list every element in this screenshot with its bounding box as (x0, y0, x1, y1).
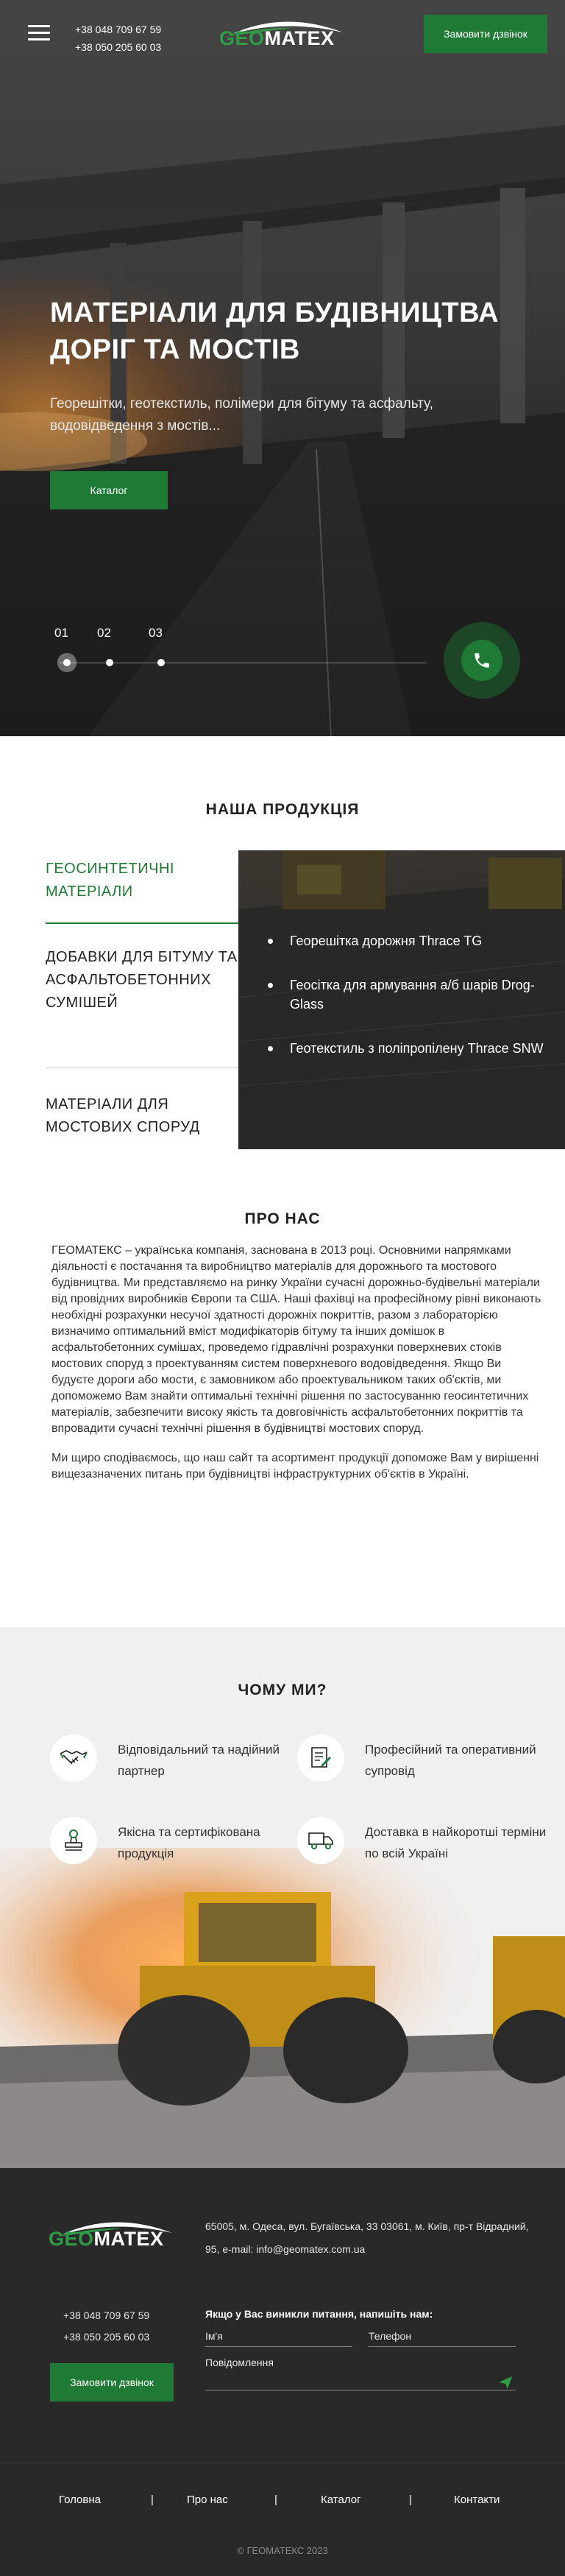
why-item-delivery: Доставка в найкоротші терміни по всій Ук… (297, 1817, 547, 1869)
why-us-section: ЧОМУ МИ? Відповідальний та надійний парт… (0, 1627, 565, 2168)
about-section: ПРО НАС ГЕОМАТЕКС – українська компанія,… (0, 1163, 565, 1627)
why-label-support: Професійний та оперативний супровід (365, 1743, 536, 1778)
footer-address: 65005, м. Одеса, вул. Бугаївська, 33 030… (205, 2220, 529, 2255)
footer-phone-2[interactable]: +38 050 205 60 03 (63, 2326, 149, 2348)
products-title: НАША ПРОДУКЦІЯ (205, 801, 360, 818)
category-geosynthetics[interactable]: ГЕОСИНТЕТИЧНІ МАТЕРІАЛИ (46, 850, 238, 924)
product-list: Георешітка дорожня Thrace TG Геосітка дл… (268, 931, 555, 1083)
product-item-1[interactable]: Георешітка дорожня Thrace TG (268, 931, 555, 950)
delivery-truck-icon (297, 1817, 344, 1864)
why-us-title: ЧОМУ МИ? (238, 1682, 327, 1698)
logo-matex: MATEX (264, 27, 335, 49)
footer-order-call-button[interactable]: Замовити дзвінок (50, 2363, 174, 2402)
hero-subtitle: Георешітки, геотекстиль, полімери для бі… (50, 396, 433, 434)
phone-icon (475, 653, 489, 668)
slide-2-control[interactable]: 02 (97, 626, 134, 677)
header-phones: +38 048 709 67 59 +38 050 205 60 03 (75, 21, 161, 56)
catalog-button[interactable]: Каталог (50, 471, 168, 509)
copyright: © ГЕОМАТЕКС 2023 (237, 2545, 328, 2556)
slider-nav: 01 02 03 (50, 626, 427, 677)
about-paragraph-2: Ми щиро сподіваємось, що наш сайт та асо… (51, 1452, 539, 1481)
logo-text: GEOMATEX (219, 27, 335, 50)
footer-nav-separator-1: | (151, 2494, 154, 2506)
product-item-3[interactable]: Геотекстиль з поліпропілену Thrace SNW (268, 1039, 555, 1058)
why-label-partner: Відповідальний та надійний партнер (118, 1743, 280, 1778)
handshake-icon (50, 1735, 97, 1782)
why-label-delivery: Доставка в найкоротші терміни по всій Ук… (365, 1825, 547, 1860)
footer: GEOMATEX 65005, м. Одеса, вул. Бугаївськ… (0, 2168, 565, 2576)
why-item-quality: Якісна та сертифікована продукція (50, 1817, 300, 1869)
message-field[interactable] (205, 2354, 516, 2390)
footer-phone-1[interactable]: +38 048 709 67 59 (63, 2305, 149, 2326)
order-call-button[interactable]: Замовити дзвінок (424, 15, 547, 53)
category-panel: Георешітка дорожня Thrace TG Геосітка дл… (238, 850, 565, 1149)
name-field[interactable] (205, 2329, 352, 2347)
about-text: ГЕОМАТЕКС – українська компанія, заснова… (51, 1243, 546, 1496)
document-edit-icon (297, 1735, 344, 1782)
footer-nav-home[interactable]: Головна (59, 2494, 101, 2506)
footer-logo-matex: MATEX (93, 2228, 164, 2250)
footer-nav-separator-3: | (409, 2494, 412, 2506)
header-logo[interactable]: GEOMATEX (219, 12, 352, 53)
about-paragraph-1: ГЕОМАТЕКС – українська компанія, заснова… (51, 1244, 541, 1435)
slide-3-control[interactable]: 03 (149, 626, 185, 677)
footer-nav-contacts[interactable]: Контакти (454, 2494, 500, 2506)
footer-logo-geo: GEO (49, 2228, 94, 2250)
phone-field[interactable] (369, 2329, 516, 2347)
send-icon[interactable] (497, 2374, 515, 2392)
footer-nav-about[interactable]: Про нас (187, 2494, 228, 2506)
menu-burger-icon[interactable] (28, 25, 50, 41)
category-list: ГЕОСИНТЕТИЧНІ МАТЕРІАЛИ ДОБАВКИ ДЛЯ БІТУ… (46, 850, 238, 1149)
why-item-partner: Відповідальний та надійний партнер (50, 1735, 300, 1786)
header-phone-2[interactable]: +38 050 205 60 03 (75, 38, 161, 56)
header-phone-1[interactable]: +38 048 709 67 59 (75, 21, 161, 38)
products-section: НАША ПРОДУКЦІЯ ГЕОСИНТЕТИЧНІ МАТЕРІАЛИ Д… (0, 736, 565, 1163)
why-item-support: Професійний та оперативний супровід (297, 1735, 547, 1786)
slide-3-dot (157, 659, 165, 666)
slide-1-number: 01 (54, 626, 68, 640)
hero-section: +38 048 709 67 59 +38 050 205 60 03 GEOM… (0, 0, 565, 736)
product-item-2[interactable]: Геосітка для армування а/б шарів Drog-Gl… (268, 975, 555, 1014)
stamp-icon (50, 1817, 97, 1864)
footer-nav: Головна | Про нас | Каталог | Контакти (0, 2494, 565, 2516)
phone-call-fab[interactable] (444, 622, 520, 699)
slide-1-control[interactable]: 01 (54, 626, 91, 677)
hero-title: МАТЕРІАЛИ ДЛЯ БУДІВНИЦТВА ДОРІГ ТА МОСТІ… (50, 297, 500, 365)
logo-geo: GEO (219, 27, 265, 49)
footer-logo[interactable]: GEOMATEX (49, 2212, 181, 2254)
phone-fab-inner (461, 640, 502, 681)
footer-logo-text: GEOMATEX (49, 2228, 164, 2251)
contact-form-title: Якщо у Вас виникли питання, напишіть нам… (205, 2308, 433, 2320)
why-label-quality: Якісна та сертифікована продукція (118, 1825, 260, 1860)
category-bitumen-additives[interactable]: ДОБАВКИ ДЛЯ БІТУМУ ТА АСФАЛЬТОБЕТОННИХ С… (46, 924, 238, 1068)
road-roller-image (0, 1848, 565, 2168)
slide-3-number: 03 (149, 626, 163, 640)
slide-1-dot (63, 659, 71, 666)
category-bridge-materials[interactable]: МАТЕРІАЛИ ДЛЯ МОСТОВИХ СПОРУД (46, 1068, 238, 1149)
slide-2-number: 02 (97, 626, 111, 640)
slide-2-dot (106, 659, 113, 666)
footer-phones: +38 048 709 67 59 +38 050 205 60 03 (63, 2305, 149, 2348)
footer-nav-separator-2: | (274, 2494, 277, 2506)
top-navbar: +38 048 709 67 59 +38 050 205 60 03 GEOM… (0, 0, 565, 66)
about-title: ПРО НАС (244, 1210, 321, 1227)
footer-nav-catalog[interactable]: Каталог (321, 2494, 361, 2506)
